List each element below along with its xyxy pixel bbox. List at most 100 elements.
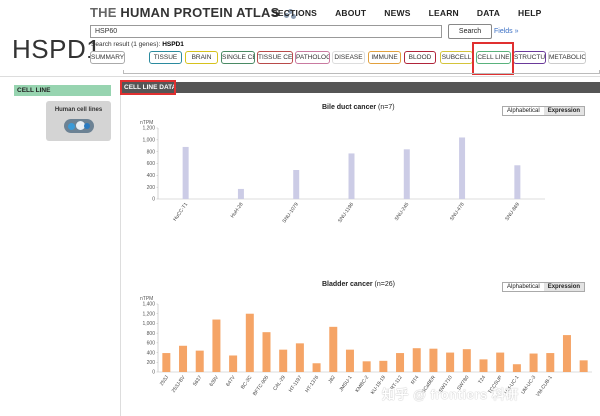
nav-sections[interactable]: SECTIONS (272, 8, 317, 18)
bladder-xtick: 647V (225, 374, 237, 388)
bladder-bar[interactable] (579, 360, 588, 372)
bladder-bar[interactable] (479, 359, 488, 372)
bladder-xtick: 253J-BV (171, 374, 187, 394)
bladder-sort-toggle: Alphabetical Expression (502, 282, 586, 292)
bile-duct-ytick: 0 (152, 197, 155, 203)
bladder-xtick: HT-1197 (288, 375, 304, 394)
cell-line-data-bar: CELL LINE DATA (120, 82, 600, 93)
bile-duct-bar[interactable] (403, 149, 410, 199)
bile-duct-bar[interactable] (293, 170, 300, 199)
fields-link[interactable]: Fields » (494, 28, 519, 35)
tab-single-cell[interactable]: SINGLE CE (221, 51, 255, 64)
bile-duct-ytick: 200 (147, 185, 156, 191)
bile-duct-xtick: SNU-869 (504, 202, 521, 222)
bladder-bar[interactable] (429, 348, 438, 372)
bladder-xtick: BC-3C (240, 374, 254, 390)
tab-metabolic[interactable]: METABOLIC (548, 51, 586, 64)
search-button[interactable]: Search (448, 24, 492, 39)
nav-about[interactable]: ABOUT (335, 8, 366, 18)
bile-duct-bar[interactable] (348, 153, 355, 199)
watermark: 知乎 @ frontiers 科研 (382, 387, 519, 402)
tab-subcell[interactable]: SUBCELL (440, 51, 473, 64)
bile-duct-chart-title: Bile duct cancer (n=7) (322, 104, 395, 111)
bladder-bar[interactable] (229, 355, 238, 372)
tab-blood[interactable]: BLOOD (404, 51, 436, 64)
bladder-bar[interactable] (379, 360, 388, 372)
bladder-bar[interactable] (245, 313, 254, 372)
tab-summary[interactable]: SUMMARY (90, 51, 125, 64)
bile-duct-xtick: SNU-245 (394, 202, 411, 222)
tab-structure[interactable]: STRUCTUR (513, 51, 546, 64)
bladder-bar[interactable] (362, 361, 371, 372)
bladder-bar[interactable] (262, 332, 271, 372)
bile-duct-bar[interactable] (182, 146, 189, 199)
bladder-ytick: 1,000 (142, 321, 155, 327)
bladder-ytick: 1,200 (142, 311, 155, 317)
tab-immune[interactable]: IMMUNE (368, 51, 401, 64)
bladder-xtick: 5637 (192, 375, 203, 388)
search-result-prefix: Search result (1 genes): (91, 41, 161, 48)
tab-tissue[interactable]: TISSUE (149, 51, 182, 64)
site-logo[interactable]: THE HUMAN PROTEIN ATLAS (90, 5, 297, 20)
search-input[interactable] (90, 25, 442, 38)
bile-duct-ytick: 1,200 (142, 126, 155, 132)
bladder-bar[interactable] (496, 352, 505, 372)
bladder-xtick: HT-1376 (304, 375, 320, 394)
logo-bold-text: HUMAN PROTEIN ATLAS (120, 5, 280, 20)
nav-help[interactable]: HELP (518, 8, 541, 18)
cell-lines-icon (64, 119, 94, 133)
logo-light-text: THE (90, 5, 117, 20)
nav-learn[interactable]: LEARN (429, 8, 459, 18)
bladder-bar[interactable] (546, 353, 555, 372)
bladder-bar[interactable] (529, 353, 538, 372)
bladder-bar[interactable] (212, 319, 221, 372)
bladder-bar[interactable] (396, 353, 405, 372)
bladder-ytick: 800 (147, 331, 156, 337)
bile-duct-expression-button[interactable]: Expression (543, 107, 585, 115)
nav-news[interactable]: NEWS (384, 8, 410, 18)
nav-data[interactable]: DATA (477, 8, 500, 18)
human-cell-lines-card[interactable]: Human cell lines (46, 101, 111, 141)
tab-pathology[interactable]: PATHOLOG (295, 51, 330, 64)
bladder-bar[interactable] (345, 349, 354, 372)
tab-brain[interactable]: BRAIN (185, 51, 218, 64)
search-result-gene[interactable]: HSPD1 (162, 41, 184, 48)
bladder-bar[interactable] (195, 350, 204, 372)
bladder-bar[interactable] (446, 352, 455, 372)
bladder-bar[interactable] (562, 335, 571, 372)
tab-disease[interactable]: DISEASE (332, 51, 365, 64)
bladder-bar[interactable] (279, 349, 288, 372)
bladder-bar[interactable] (329, 326, 338, 372)
tab-underline (123, 70, 600, 74)
bladder-xtick: J82 (327, 375, 337, 385)
bile-duct-title-text: Bile duct cancer (322, 104, 377, 111)
bladder-bar[interactable] (295, 343, 304, 372)
cell-line-data-highlight (120, 80, 176, 95)
bladder-expression-button[interactable]: Expression (543, 283, 585, 291)
bile-duct-xtick: HuCC-T1 (172, 202, 189, 223)
bile-duct-ytick: 400 (147, 173, 156, 179)
gene-title: HSPD1 (12, 34, 102, 64)
bladder-bar[interactable] (162, 353, 171, 372)
bile-duct-bar[interactable] (514, 165, 521, 199)
bladder-title-text: Bladder cancer (322, 281, 373, 288)
bile-duct-ytick: 800 (147, 149, 156, 155)
bladder-xtick: KMBC-2 (355, 375, 371, 394)
bladder-bar[interactable] (462, 349, 471, 372)
bladder-ytick: 600 (147, 341, 156, 347)
bladder-ytick: 400 (147, 350, 156, 356)
bladder-ytick: 0 (152, 370, 155, 376)
bile-duct-bar[interactable] (459, 137, 466, 199)
bladder-xtick: BFTC-905 (252, 375, 270, 398)
bile-duct-sort-toggle: Alphabetical Expression (502, 106, 586, 116)
tab-tissue-cell[interactable]: TISSUE CE (257, 51, 293, 64)
bladder-bar[interactable] (512, 364, 521, 372)
bladder-alphabetical-button[interactable]: Alphabetical (503, 283, 544, 291)
bladder-bar[interactable] (179, 345, 188, 372)
bile-duct-alphabetical-button[interactable]: Alphabetical (503, 107, 544, 115)
bladder-xtick: 253J (159, 374, 170, 387)
bladder-chart: nTPM02004006008001,0001,2001,400253J 253J… (140, 296, 592, 398)
bile-duct-bar[interactable] (237, 188, 244, 199)
bladder-bar[interactable] (412, 348, 421, 372)
bladder-bar[interactable] (312, 363, 321, 372)
